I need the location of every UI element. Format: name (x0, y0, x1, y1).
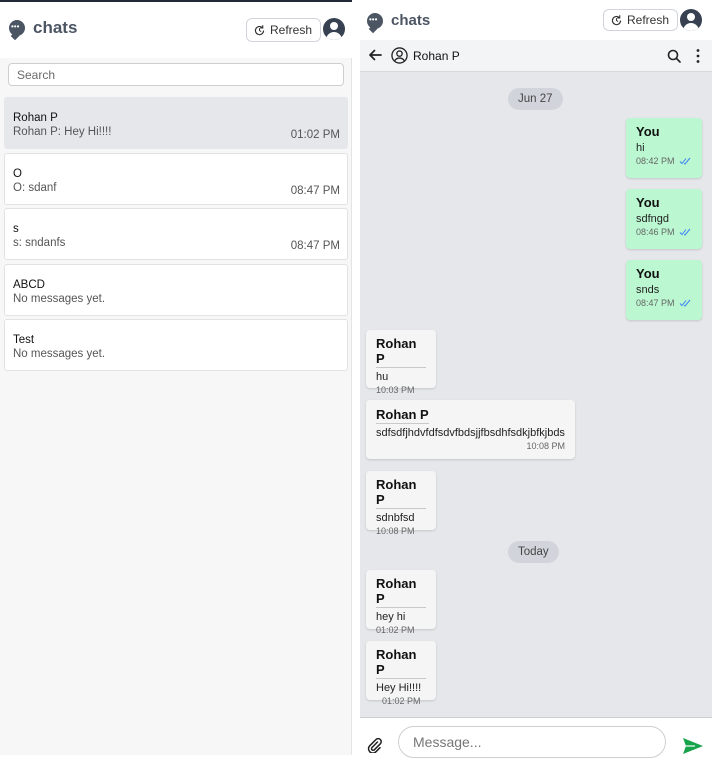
message-time: 08:42 PM (636, 156, 675, 166)
message-bubble-in: Rohan P hey hi 01:02 PM (366, 570, 436, 635)
refresh-icon (611, 14, 622, 25)
message-time: 10:08 PM (526, 441, 565, 451)
message-sender: You (636, 195, 660, 210)
message-time: 10:03 PM (376, 385, 415, 395)
chat-item-s[interactable]: s s: sndanfs 08:47 PM (4, 208, 348, 260)
message-text: sdnbfsd (376, 512, 415, 524)
refresh-label: Refresh (627, 13, 670, 27)
send-icon[interactable] (682, 737, 704, 755)
conversation-header: Rohan P (360, 40, 712, 72)
chat-name: O (13, 167, 22, 180)
message-bubble-in: Rohan P sdnbfsd 10:08 PM (366, 471, 436, 536)
message-time: 10:08 PM (376, 526, 415, 536)
left-header: chats Refresh (0, 2, 352, 58)
message-input[interactable] (398, 726, 666, 758)
chat-preview: No messages yet. (13, 292, 106, 305)
app-title: chats (33, 18, 78, 37)
chat-list: Rohan P Rohan P: Hey Hi!!!! 01:02 PM O O… (4, 97, 348, 375)
refresh-label: Refresh (270, 23, 313, 37)
chat-item-abcd[interactable]: ABCD No messages yet. (4, 263, 348, 316)
chat-item-rohan-p[interactable]: Rohan P Rohan P: Hey Hi!!!! 01:02 PM (4, 97, 348, 149)
chat-name: Rohan P (13, 112, 58, 124)
chat-item-test[interactable]: Test No messages yet. (4, 319, 348, 371)
chat-bubble-icon (367, 12, 383, 29)
app-title: chats (391, 12, 431, 29)
chat-name: ABCD (13, 278, 45, 291)
chat-preview: O: sdanf (13, 181, 57, 194)
message-text: hey hi (376, 611, 406, 623)
message-bubble-in: Rohan P Hey Hi!!!! 01:02 PM (366, 641, 436, 706)
message-bubble-in: Rohan P hu 10:03 PM (366, 330, 436, 395)
read-ticks-icon (679, 299, 690, 307)
chat-time: 01:02 PM (290, 129, 340, 141)
message-sender: Rohan P (376, 407, 429, 424)
message-bubble-out: You snds 08:47 PM (626, 260, 702, 320)
chat-preview: No messages yet. (13, 348, 106, 360)
chat-name: s (13, 223, 19, 235)
right-header: chats Refresh (360, 0, 712, 40)
message-bubble-in: Rohan P sdfsdfjhdvfdfsdvfbdsjjfbsdhfsdkj… (366, 400, 575, 459)
message-time: 08:46 PM (636, 227, 675, 237)
chat-bubble-icon (9, 20, 25, 36)
message-text: sdfngd (636, 213, 670, 225)
message-time: 01:02 PM (376, 625, 415, 635)
user-avatar-icon[interactable] (680, 9, 702, 31)
read-ticks-icon (679, 157, 690, 165)
message-bubble-out: You hi 08:42 PM (626, 118, 702, 178)
message-text: snds (636, 284, 660, 296)
message-meta: 08:42 PM (636, 156, 692, 166)
refresh-button[interactable]: Refresh (603, 9, 679, 31)
user-avatar-icon[interactable] (323, 18, 345, 40)
message-text: hu (376, 371, 389, 383)
message-meta: 08:47 PM (636, 298, 692, 308)
chat-list-panel: chats Refresh Rohan P Rohan P: Hey Hi!!!… (0, 0, 352, 755)
chat-preview: Rohan P: Hey Hi!!!! (13, 126, 112, 138)
message-composer (360, 717, 712, 758)
refresh-icon (254, 24, 265, 35)
conversation-panel: chats Refresh Rohan P Jun 27 You hi 08:4… (360, 0, 712, 758)
message-sender: Rohan P (376, 477, 426, 509)
chat-item-o[interactable]: O O: sdanf 08:47 PM (4, 152, 348, 205)
read-ticks-icon (679, 228, 690, 236)
message-text: hi (636, 142, 645, 154)
search-input[interactable] (8, 63, 344, 86)
message-sender: Rohan P (376, 336, 426, 368)
message-meta: 08:46 PM (636, 227, 692, 237)
more-options-icon[interactable] (695, 48, 701, 64)
brand: chats (367, 12, 430, 29)
contact-name: Rohan P (413, 49, 460, 63)
brand: chats (9, 18, 77, 38)
message-bubble-out: You sdfngd 08:46 PM (626, 189, 702, 249)
chat-name: Test (13, 334, 35, 346)
message-sender: Rohan P (376, 647, 426, 679)
contact-avatar-icon (391, 47, 408, 64)
message-sender: You (636, 124, 660, 139)
message-list: Jun 27 You hi 08:42 PM You sdfngd 08:46 … (360, 73, 712, 717)
attachment-icon[interactable] (366, 737, 382, 753)
message-text: sdfsdfjhdvfdfsdvfbdsjjfbsdhfsdkjbfkjbds (376, 427, 565, 439)
message-time: 08:47 PM (636, 298, 675, 308)
back-arrow-icon[interactable] (368, 48, 382, 62)
message-text: Hey Hi!!!! (376, 682, 422, 694)
message-time: 01:02 PM (382, 696, 421, 706)
message-sender: You (636, 266, 660, 281)
date-divider: Jun 27 (508, 88, 563, 110)
chat-preview: s: sndanfs (13, 237, 66, 249)
date-divider: Today (508, 541, 559, 563)
chat-time: 08:47 PM (290, 184, 340, 197)
message-sender: Rohan P (376, 576, 426, 608)
search-icon[interactable] (667, 49, 681, 63)
refresh-button[interactable]: Refresh (246, 18, 322, 42)
chat-time: 08:47 PM (290, 240, 340, 252)
